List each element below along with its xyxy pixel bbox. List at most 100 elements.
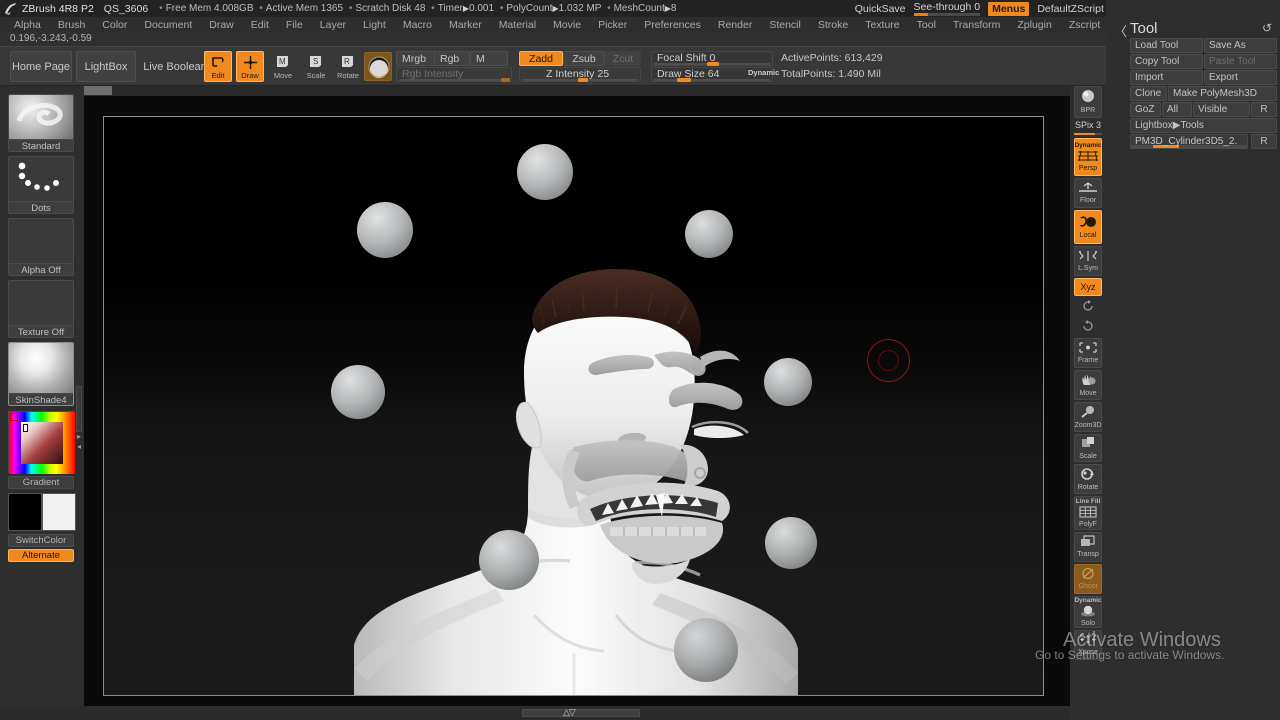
menu-item-stencil[interactable]: Stencil [761, 17, 809, 33]
rotate-mode-button[interactable]: R Rotate [334, 51, 362, 82]
menu-item-stroke[interactable]: Stroke [810, 17, 856, 33]
current-stroke-button[interactable]: Dots [8, 156, 74, 214]
shelf-floor[interactable]: Floor [1074, 178, 1102, 208]
load-tool-button[interactable]: Load Tool [1130, 38, 1203, 53]
menu-item-texture[interactable]: Texture [857, 17, 907, 33]
current-tool-slider[interactable]: PM3D_Cylinder3D5_2. 48 [1130, 134, 1248, 149]
rgb-button[interactable]: Rgb [434, 51, 470, 66]
tray-collapse-icon[interactable]: ◂ [77, 442, 81, 451]
shelf-spix[interactable]: SPix 3 [1074, 120, 1102, 136]
sphere-subtool[interactable] [479, 530, 539, 590]
menu-item-edit[interactable]: Edit [243, 17, 277, 33]
sphere-subtool[interactable] [331, 365, 385, 419]
shelf-solo[interactable]: Dynamic Solo [1074, 596, 1102, 628]
sphere-subtool[interactable] [765, 517, 817, 569]
menu-item-brush[interactable]: Brush [50, 17, 93, 33]
shelf-scale[interactable]: Scale [1074, 434, 1102, 462]
shelf-zoom3d[interactable]: Zoom3D [1074, 402, 1102, 432]
quicksave-button[interactable]: QuickSave [855, 3, 906, 15]
document-canvas[interactable] [84, 86, 1070, 706]
import-button[interactable]: Import [1130, 70, 1203, 85]
z-intensity-knob[interactable] [578, 78, 588, 82]
shelf-polyf[interactable]: Line Fill PolyF [1074, 496, 1102, 530]
left-tray-handle[interactable] [76, 386, 82, 432]
goz-button[interactable]: GoZ [1130, 102, 1161, 117]
shelf-xpose[interactable]: Xpose [1074, 630, 1102, 660]
secondary-color-swatch[interactable] [42, 493, 76, 531]
menu-item-light[interactable]: Light [355, 17, 394, 33]
sphere-subtool[interactable] [685, 210, 733, 258]
current-brush-button[interactable]: Standard [8, 94, 74, 152]
canvas-scroll-nub[interactable] [84, 86, 112, 95]
shelf-local[interactable]: Local [1074, 210, 1102, 244]
menu-item-layer[interactable]: Layer [312, 17, 354, 33]
m-button[interactable]: M [470, 51, 508, 66]
export-button[interactable]: Export [1204, 70, 1277, 85]
menu-item-document[interactable]: Document [136, 17, 200, 33]
zscript-label[interactable]: DefaultZScript [1037, 3, 1104, 15]
mrgb-button[interactable]: Mrgb [396, 51, 436, 66]
home-page-button[interactable]: Home Page [10, 51, 72, 82]
tray-expand-icon[interactable]: ▸ [77, 432, 81, 441]
menu-item-preferences[interactable]: Preferences [636, 17, 709, 33]
shelf-transp[interactable]: Transp [1074, 532, 1102, 562]
paste-tool-button[interactable]: Paste Tool [1204, 54, 1277, 69]
switch-color-button[interactable]: SwitchColor [8, 534, 74, 547]
shelf-ghost[interactable]: Ghost [1074, 564, 1102, 594]
clone-button[interactable]: Clone [1130, 86, 1167, 101]
current-alpha-button[interactable]: Alpha Off [8, 218, 74, 276]
color-picker[interactable] [8, 411, 75, 474]
primary-color-swatch[interactable] [8, 493, 42, 531]
edit-mode-button[interactable]: Edit [204, 51, 232, 82]
live-boolean-button[interactable]: Live Boolean [140, 51, 210, 82]
all-button[interactable]: All [1162, 102, 1192, 117]
current-tool-r-button[interactable]: R [1251, 134, 1277, 149]
menu-item-render[interactable]: Render [710, 17, 760, 33]
shelf-frame[interactable]: Frame [1074, 338, 1102, 368]
bottom-scroll-arrows[interactable]: △▽ [563, 707, 576, 718]
copy-tool-button[interactable]: Copy Tool [1130, 54, 1203, 69]
menu-item-picker[interactable]: Picker [590, 17, 635, 33]
menu-item-color[interactable]: Color [94, 17, 135, 33]
lightbox-tools-button[interactable]: Lightbox▶Tools [1130, 118, 1277, 133]
see-through-slider[interactable]: See-through 0 [913, 1, 981, 16]
shelf-lsym[interactable]: L.Sym [1074, 246, 1102, 276]
zsub-button[interactable]: Zsub [563, 51, 605, 66]
menu-item-movie[interactable]: Movie [545, 17, 589, 33]
menus-toggle-button[interactable]: Menus [988, 1, 1030, 16]
menu-item-marker[interactable]: Marker [441, 17, 490, 33]
menu-item-file[interactable]: File [278, 17, 311, 33]
draw-size-knob[interactable] [677, 78, 691, 82]
menu-item-draw[interactable]: Draw [201, 17, 242, 33]
menu-item-alpha[interactable]: Alpha [6, 17, 49, 33]
focal-shift-knob[interactable] [707, 62, 719, 66]
lightbox-button[interactable]: LightBox [76, 51, 136, 82]
visible-button[interactable]: Visible [1193, 102, 1250, 117]
rgb-intensity-slider[interactable]: Rgb Intensity [396, 67, 512, 82]
zcut-button[interactable]: Zcut [605, 51, 641, 66]
current-material-button[interactable]: SkinShade4 [8, 342, 74, 406]
make-polymesh3d-button[interactable]: Make PolyMesh3D [1168, 86, 1277, 101]
move-mode-button[interactable]: M Move [269, 51, 297, 82]
menu-item-zscript[interactable]: Zscript [1061, 17, 1109, 33]
sphere-subtool[interactable] [674, 618, 738, 682]
r-button[interactable]: R [1251, 102, 1277, 117]
menu-item-macro[interactable]: Macro [395, 17, 440, 33]
canvas-viewport[interactable] [103, 116, 1044, 696]
focal-shift-slider[interactable]: Focal Shift 0 [651, 51, 773, 66]
bottom-scrollbar[interactable]: △▽ [0, 706, 1070, 720]
sphere-subtool[interactable] [357, 202, 413, 258]
sphere-subtool[interactable] [764, 358, 812, 406]
gradient-button[interactable]: Gradient [8, 476, 74, 489]
shelf-move[interactable]: Move [1074, 370, 1102, 400]
bottom-scroll-track[interactable] [522, 709, 640, 717]
shelf-rotate-cw[interactable] [1074, 318, 1102, 336]
sphere-subtool[interactable] [517, 144, 573, 200]
current-material-swatch[interactable] [364, 52, 392, 81]
z-intensity-slider[interactable]: Z Intensity 25 [519, 67, 641, 82]
reset-icon[interactable]: ↺ [1262, 21, 1272, 35]
menu-item-material[interactable]: Material [491, 17, 544, 33]
scale-mode-button[interactable]: S Scale [302, 51, 330, 82]
rgb-intensity-knob[interactable] [501, 78, 510, 82]
current-texture-button[interactable]: Texture Off [8, 280, 74, 338]
